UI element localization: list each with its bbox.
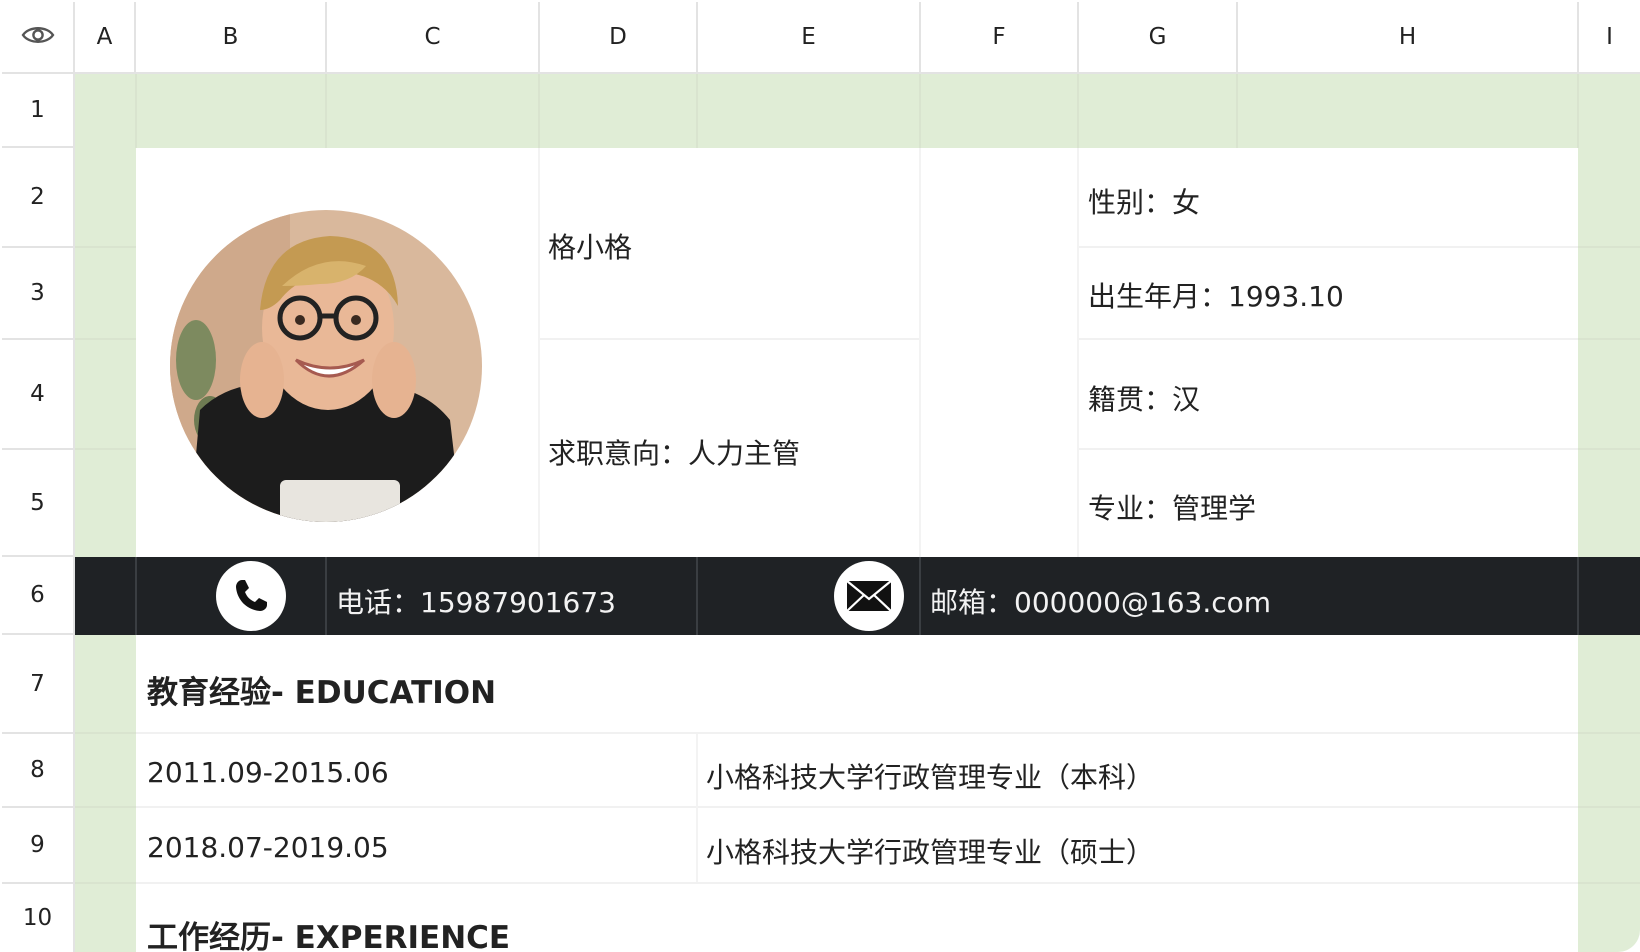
row-header-3[interactable]: 3 <box>2 248 75 340</box>
row1-grid-line <box>325 74 327 148</box>
row1-grid-line <box>696 74 698 148</box>
education-divider <box>136 806 1578 808</box>
row-header-1[interactable]: 1 <box>2 74 75 148</box>
column-header-a[interactable]: A <box>75 2 136 74</box>
margin-grid-line <box>1578 732 1640 734</box>
job-intent-cell[interactable]: 求职意向：人力主管 <box>548 432 800 472</box>
column-header-b[interactable]: B <box>136 2 327 74</box>
margin-grid-line <box>75 246 136 248</box>
profile-divider <box>1079 448 1578 450</box>
row-header-6[interactable]: 6 <box>2 557 75 635</box>
contact-divider <box>1577 557 1579 635</box>
margin-grid-line <box>75 882 136 884</box>
margin-grid-line <box>75 732 136 734</box>
profile-photo[interactable] <box>170 210 482 522</box>
column-header-f[interactable]: F <box>921 2 1079 74</box>
profile-divider <box>919 148 921 557</box>
row1-grid-line <box>1236 74 1238 148</box>
education-period-2[interactable]: 2018.07-2019.05 <box>147 831 389 864</box>
contact-divider <box>325 557 327 635</box>
margin-grid-line <box>1578 882 1640 884</box>
column-i-band <box>1578 148 1640 952</box>
contact-divider <box>696 557 698 635</box>
column-header-h[interactable]: H <box>1238 2 1579 74</box>
row-header-7[interactable]: 7 <box>2 635 75 734</box>
major-cell[interactable]: 专业：管理学 <box>1088 487 1256 527</box>
spreadsheet: A B C D E F G H I 1 2 3 4 5 6 7 8 9 10 格… <box>0 0 1640 952</box>
email-cell[interactable]: 邮箱：000000@163.com <box>930 581 1271 621</box>
row1-grid-line <box>919 74 921 148</box>
row-header-5[interactable]: 5 <box>2 450 75 557</box>
profile-divider <box>1077 148 1079 557</box>
margin-grid-line <box>75 338 136 340</box>
education-detail-1[interactable]: 小格科技大学行政管理专业（本科） <box>706 756 1154 796</box>
profile-divider <box>1079 246 1578 248</box>
experience-heading[interactable]: 工作经历- EXPERIENCE <box>147 912 510 952</box>
profile-divider <box>538 148 540 557</box>
phone-icon <box>216 561 286 631</box>
row1-grid-line <box>135 74 137 148</box>
column-header-i[interactable]: I <box>1579 2 1640 74</box>
margin-grid-line <box>1578 246 1640 248</box>
row-header-9[interactable]: 9 <box>2 808 75 884</box>
gender-cell[interactable]: 性别：女 <box>1088 181 1200 221</box>
row-1-band[interactable] <box>75 74 1640 148</box>
column-header-c[interactable]: C <box>327 2 540 74</box>
row-header-2[interactable]: 2 <box>2 148 75 248</box>
profile-divider <box>540 338 919 340</box>
contact-divider <box>135 557 137 635</box>
envelope-icon <box>834 561 904 631</box>
education-divider <box>136 882 1578 884</box>
contact-divider <box>919 557 921 635</box>
margin-grid-line <box>1578 448 1640 450</box>
origin-cell[interactable]: 籍贯：汉 <box>1088 378 1200 418</box>
column-a-band <box>75 148 136 952</box>
name-cell[interactable]: 格小格 <box>548 226 632 266</box>
margin-grid-line <box>75 448 136 450</box>
margin-grid-line <box>75 806 136 808</box>
column-header-g[interactable]: G <box>1079 2 1238 74</box>
column-header-d[interactable]: D <box>540 2 698 74</box>
phone-cell[interactable]: 电话：15987901673 <box>336 581 616 621</box>
column-header-e[interactable]: E <box>698 2 921 74</box>
profile-divider <box>1079 338 1578 340</box>
education-detail-2[interactable]: 小格科技大学行政管理专业（硕士） <box>706 831 1154 871</box>
education-divider <box>136 732 1578 734</box>
margin-grid-line <box>1578 806 1640 808</box>
row1-grid-line <box>1577 74 1579 148</box>
row-header-8[interactable]: 8 <box>2 734 75 808</box>
select-all-corner[interactable] <box>2 2 75 74</box>
margin-grid-line <box>1578 338 1640 340</box>
row1-grid-line <box>1077 74 1079 148</box>
education-heading[interactable]: 教育经验- EDUCATION <box>147 667 496 712</box>
eye-icon[interactable] <box>21 24 55 50</box>
education-divider <box>696 734 698 882</box>
row-header-10[interactable]: 10 <box>2 884 75 952</box>
birth-date-cell[interactable]: 出生年月：1993.10 <box>1088 275 1344 315</box>
row1-grid-line <box>538 74 540 148</box>
education-period-1[interactable]: 2011.09-2015.06 <box>147 756 389 789</box>
row-header-4[interactable]: 4 <box>2 340 75 450</box>
